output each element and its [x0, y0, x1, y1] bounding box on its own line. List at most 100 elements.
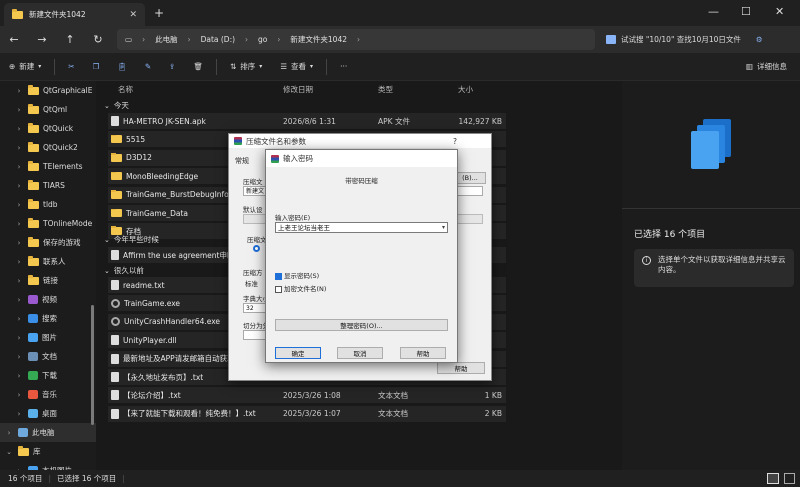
nav-item[interactable]: › 下载 — [0, 366, 96, 385]
window-close-icon[interactable]: ✕ — [775, 5, 784, 18]
chevron-right-icon[interactable]: › — [14, 391, 24, 399]
minimize-icon[interactable]: — — [708, 5, 719, 18]
chevron-right-icon[interactable]: › — [14, 125, 24, 133]
cut-button[interactable]: ✂ — [59, 56, 83, 78]
nav-item[interactable]: › TOnlineMode — [0, 214, 96, 233]
nav-item[interactable]: ⌄ 库 — [0, 442, 96, 461]
chevron-right-icon[interactable]: › — [4, 429, 14, 437]
compression-method-value[interactable]: 标准 — [245, 278, 258, 288]
chevron-right-icon[interactable]: › — [14, 296, 24, 304]
nav-item[interactable]: › 链接 — [0, 271, 96, 290]
chevron-right-icon[interactable]: › — [14, 410, 24, 418]
col-size[interactable]: 大小 — [458, 84, 473, 95]
nav-scrollbar[interactable] — [91, 305, 94, 425]
file-row[interactable]: 【论坛介绍】.txt 2025/3/26 1:08 文本文档 1 KB — [108, 387, 506, 404]
breadcrumb-item[interactable]: go — [258, 35, 267, 44]
nav-item[interactable]: › QtQml — [0, 100, 96, 119]
nav-item[interactable]: › 联系人 — [0, 252, 96, 271]
cancel-button[interactable]: 取消 — [337, 347, 383, 359]
chevron-right-icon[interactable]: › — [14, 106, 24, 114]
nav-item[interactable]: › 保存的游戏 — [0, 233, 96, 252]
browse-button[interactable]: (B)... — [454, 172, 486, 184]
sort-button[interactable]: ⇅ 排序 ▾ — [221, 56, 271, 78]
format-radio[interactable] — [253, 245, 260, 252]
nav-item[interactable]: › 文档 — [0, 347, 96, 366]
help-icon[interactable]: ? — [453, 137, 457, 146]
folder-icon — [111, 171, 122, 181]
up-icon[interactable]: ↑ — [56, 33, 84, 46]
search-options-icon[interactable]: ⚙ — [756, 35, 763, 44]
close-tab-icon[interactable]: ✕ — [129, 10, 137, 20]
nav-item[interactable]: › 搜索 — [0, 309, 96, 328]
chevron-right-icon[interactable]: › — [14, 201, 24, 209]
file-row[interactable]: HA-METRO JK-SEN.apk 2026/8/6 1:31 APK 文件 14… — [108, 113, 506, 129]
chevron-right-icon[interactable]: › — [14, 220, 24, 228]
tab-general[interactable]: 常规 — [235, 156, 249, 166]
chevron-right-icon[interactable]: › — [14, 163, 24, 171]
back-icon[interactable]: ← — [0, 33, 28, 46]
archive-dialog-titlebar[interactable]: 压缩文件名和参数 ? — [229, 134, 491, 148]
chevron-right-icon[interactable]: › — [14, 315, 24, 323]
nav-item[interactable]: › QtGraphicalE — [0, 81, 96, 100]
nav-item[interactable]: › TElements — [0, 157, 96, 176]
col-type[interactable]: 类型 — [378, 84, 393, 95]
nav-item[interactable]: › tldb — [0, 195, 96, 214]
password-dialog-titlebar[interactable]: 输入密码 — [266, 150, 457, 167]
organize-passwords-button[interactable]: 整理密码(O)... — [275, 319, 448, 331]
delete-button[interactable]: 🗑︎ — [184, 56, 212, 78]
view-label: 查看 — [291, 62, 307, 71]
nav-item[interactable]: ›本机图片 — [0, 461, 96, 470]
new-button[interactable]: ⊕ 新建 ▾ — [0, 56, 50, 78]
breadcrumb-item[interactable]: Data (D:) — [201, 35, 235, 44]
chevron-right-icon[interactable]: › — [14, 353, 24, 361]
nav-item[interactable]: › 此电脑 — [0, 423, 96, 442]
chevron-right-icon[interactable]: ⌄ — [4, 448, 14, 456]
copy-button[interactable]: ❐ — [84, 56, 109, 78]
new-tab-button[interactable]: + — [154, 6, 164, 20]
view-button[interactable]: ☰ 查看 ▾ — [271, 56, 322, 78]
nav-item[interactable]: › QtQuick2 — [0, 138, 96, 157]
details-button[interactable]: ▥ 详细信息 — [737, 56, 796, 78]
password-field[interactable]: 上老王论坛当老王 ▾ — [275, 222, 448, 233]
rename-button[interactable]: ✎ — [136, 56, 160, 78]
chevron-right-icon[interactable]: › — [14, 87, 24, 95]
more-button[interactable]: ··· — [331, 56, 356, 78]
archive-help-button[interactable]: 帮助 — [437, 362, 485, 374]
breadcrumb-item[interactable]: 新建文件夹1042 — [290, 34, 347, 45]
breadcrumb-item[interactable]: 此电脑 — [155, 34, 178, 45]
nav-item[interactable]: › QtQuick — [0, 119, 96, 138]
tiles-view-icon[interactable] — [784, 473, 795, 484]
forward-icon[interactable]: → — [28, 33, 56, 46]
chevron-right-icon[interactable]: › — [14, 372, 24, 380]
col-name[interactable]: 名称 — [118, 84, 133, 95]
ok-button[interactable]: 确定 — [275, 347, 321, 359]
chevron-right-icon[interactable]: › — [14, 258, 24, 266]
nav-item[interactable]: › 桌面 — [0, 404, 96, 423]
show-password-checkbox[interactable]: 显示密码(S) — [275, 270, 319, 280]
group-header[interactable]: ⌄ 今天 — [104, 100, 129, 111]
details-view-icon[interactable] — [767, 473, 779, 484]
refresh-icon[interactable]: ↻ — [84, 33, 112, 46]
nav-item[interactable]: › TIARS — [0, 176, 96, 195]
search-box[interactable]: 试试搜 "10/10" 查找10月10日文件 ⚙ — [600, 29, 794, 50]
col-date[interactable]: 修改日期 — [283, 84, 313, 95]
chevron-right-icon[interactable]: › — [14, 144, 24, 152]
file-row[interactable]: 【来了就能下载和观看！纯免费！】.txt 2025/3/26 1:07 文本文档 2 … — [108, 405, 506, 422]
tab-current-folder[interactable]: 新建文件夹1042 ✕ — [4, 3, 145, 26]
chevron-right-icon[interactable]: › — [14, 182, 24, 190]
encrypt-filenames-checkbox[interactable]: 加密文件名(N) — [275, 283, 326, 293]
chevron-right-icon[interactable]: › — [14, 334, 24, 342]
group-header[interactable]: ⌄ 很久以前 — [104, 265, 144, 276]
chevron-down-icon[interactable]: ▾ — [442, 223, 445, 233]
address-bar[interactable]: ▭ › 此电脑 › Data (D:) › go › 新建文件夹1042 › — [117, 29, 595, 50]
help-button[interactable]: 帮助 — [400, 347, 446, 359]
chevron-right-icon[interactable]: › — [14, 277, 24, 285]
nav-item[interactable]: › 图片 — [0, 328, 96, 347]
group-header[interactable]: ⌄ 今年早些时候 — [104, 234, 159, 245]
maximize-icon[interactable]: ☐ — [741, 5, 751, 18]
share-button[interactable]: ⇪ — [160, 56, 184, 78]
paste-button[interactable]: 📋︎ — [108, 56, 136, 78]
nav-item[interactable]: › 视频 — [0, 290, 96, 309]
nav-item[interactable]: › 音乐 — [0, 385, 96, 404]
chevron-right-icon[interactable]: › — [14, 239, 24, 247]
